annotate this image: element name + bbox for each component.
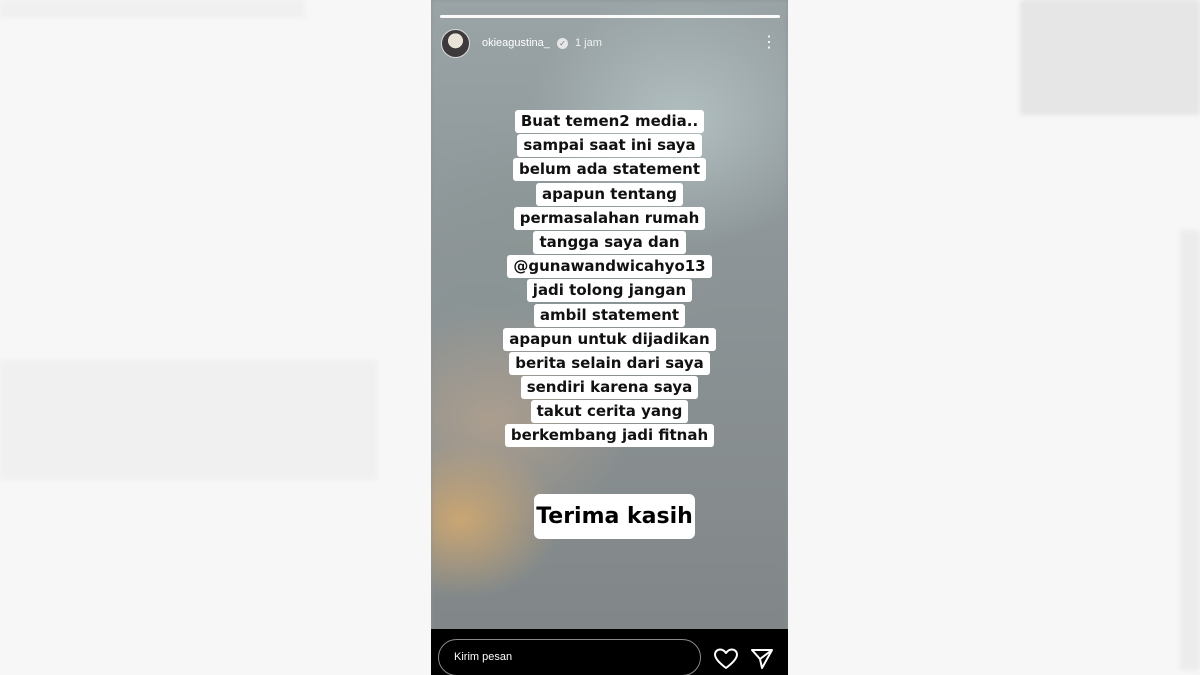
story-header: okieagustina_ ✓ 1 jam ⋮	[441, 29, 786, 59]
background-blur-block	[0, 0, 305, 18]
verified-badge-icon: ✓	[557, 38, 568, 49]
story-text-line: tangga saya dan	[533, 230, 686, 254]
story-text-line: ambil statement	[533, 303, 686, 327]
background-blur-block	[0, 360, 378, 480]
story-text-block: Buat temen2 media.. sampai saat ini saya…	[431, 110, 788, 449]
reply-placeholder: Kirim pesan	[454, 651, 513, 663]
timestamp: 1 jam	[575, 37, 602, 49]
more-options-icon[interactable]: ⋮	[761, 31, 777, 55]
heart-icon[interactable]	[713, 647, 739, 671]
story-text-line: sampai saat ini saya	[517, 134, 702, 158]
story-text-line: berkembang jadi fitnah	[504, 424, 715, 448]
send-icon[interactable]	[749, 647, 775, 671]
story-text-line: apapun tentang	[535, 182, 684, 206]
story-text-line: belum ada statement	[512, 158, 706, 182]
avatar[interactable]	[441, 29, 470, 58]
reply-input[interactable]: Kirim pesan	[438, 639, 701, 675]
background-blur-block	[1180, 230, 1200, 670]
story-text-line: permasalahan rumah	[513, 206, 706, 230]
story-text-line: jadi tolong jangan	[526, 279, 693, 303]
story-text-line: takut cerita yang	[530, 400, 689, 424]
story-text-line: berita selain dari saya	[509, 351, 710, 375]
story-text-line: sendiri karena saya	[520, 376, 699, 400]
username[interactable]: okieagustina_	[482, 37, 550, 49]
story-progress-bar	[440, 15, 780, 18]
story-text-line: apapun untuk dijadikan	[503, 327, 716, 351]
story-mention[interactable]: @gunawandwicahyo13	[507, 255, 712, 279]
story-text-line: Buat temen2 media..	[514, 110, 705, 133]
background-blur-block	[1020, 0, 1200, 115]
story-closing-text: Terima kasih	[534, 494, 695, 539]
